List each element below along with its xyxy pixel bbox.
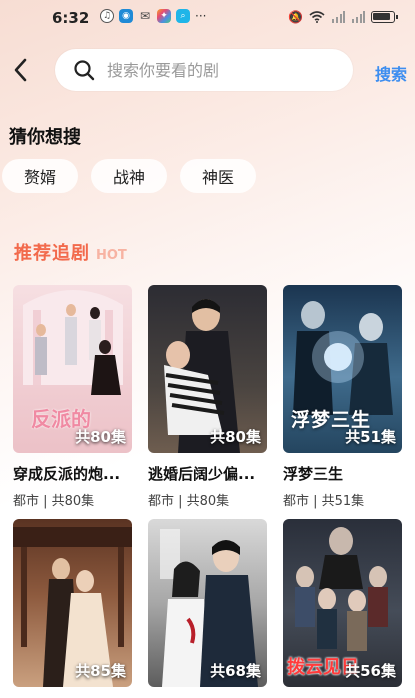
drama-title: 浮梦三生: [283, 465, 344, 483]
cloud-music-icon: ♫: [100, 9, 114, 23]
back-chevron-icon[interactable]: [10, 56, 34, 84]
episode-count: 共85集: [75, 662, 126, 680]
mute-icon: 🔕: [288, 10, 303, 24]
suggestion-chip[interactable]: 战神: [91, 159, 167, 193]
battery-icon: [371, 11, 398, 23]
drama-poster: 共85集: [13, 519, 132, 687]
drama-meta: 都市 | 共80集: [148, 494, 230, 509]
drama-title: 逃婚后阔少偏...: [148, 465, 256, 483]
status-time: 6:32: [52, 9, 90, 27]
drama-poster: 共68集: [148, 519, 267, 687]
episode-count: 共56集: [345, 662, 396, 680]
recommend-title: 推荐追剧: [14, 243, 90, 264]
signal-icon: [352, 11, 365, 23]
drama-poster: 拨云见日 共56集: [283, 519, 402, 687]
signal-icon: [332, 11, 345, 23]
drama-card[interactable]: 共85集: [13, 519, 132, 687]
wifi-icon: [309, 11, 325, 23]
drama-poster: 共80集: [148, 285, 267, 453]
notification-icons: ♫ ◉ ✉ ✦ ⌕ ···: [100, 9, 206, 23]
suggestion-chips: 赘婿 战神 神医: [2, 159, 256, 193]
guess-section-title: 猜你想搜: [9, 127, 81, 148]
suggestion-chip[interactable]: 神医: [180, 159, 256, 193]
search-icon: [74, 60, 95, 81]
hot-label: HOT: [96, 248, 127, 263]
drama-card[interactable]: 拨云见日 共56集: [283, 519, 402, 687]
drama-card[interactable]: 浮梦三生 共51集 浮梦三生 都市 | 共51集: [283, 285, 402, 509]
episode-count: 共80集: [75, 428, 126, 446]
status-bar: 6:32 ♫ ◉ ✉ ✦ ⌕ ··· 🔕: [0, 0, 415, 36]
search-app-icon: ⌕: [176, 9, 190, 23]
drama-poster: 浮梦三生 共51集: [283, 285, 402, 453]
search-input[interactable]: [107, 60, 327, 80]
recommend-header: 推荐追剧 HOT: [14, 239, 127, 265]
drama-meta: 都市 | 共51集: [283, 494, 365, 509]
drama-title: 穿成反派的炮...: [13, 465, 121, 483]
colorful-app-icon: ✦: [157, 9, 171, 23]
search-box[interactable]: [55, 49, 353, 91]
system-icons: 🔕: [288, 10, 398, 24]
suggestion-chip[interactable]: 赘婿: [2, 159, 78, 193]
drama-card[interactable]: 反派的 共80集 穿成反派的炮... 都市 | 共80集: [13, 285, 132, 509]
drama-meta: 都市 | 共80集: [13, 494, 95, 509]
drama-card[interactable]: 共80集 逃婚后阔少偏... 都市 | 共80集: [148, 285, 267, 509]
episode-count: 共68集: [210, 662, 261, 680]
search-button[interactable]: 搜索: [375, 61, 407, 85]
episode-count: 共51集: [345, 428, 396, 446]
teal-app-icon: ◉: [119, 9, 133, 23]
more-icon: ···: [195, 9, 207, 23]
episode-count: 共80集: [210, 428, 261, 446]
wechat-icon: ✉: [139, 9, 151, 23]
drama-card[interactable]: 共68集: [148, 519, 267, 687]
drama-poster: 反派的 共80集: [13, 285, 132, 453]
